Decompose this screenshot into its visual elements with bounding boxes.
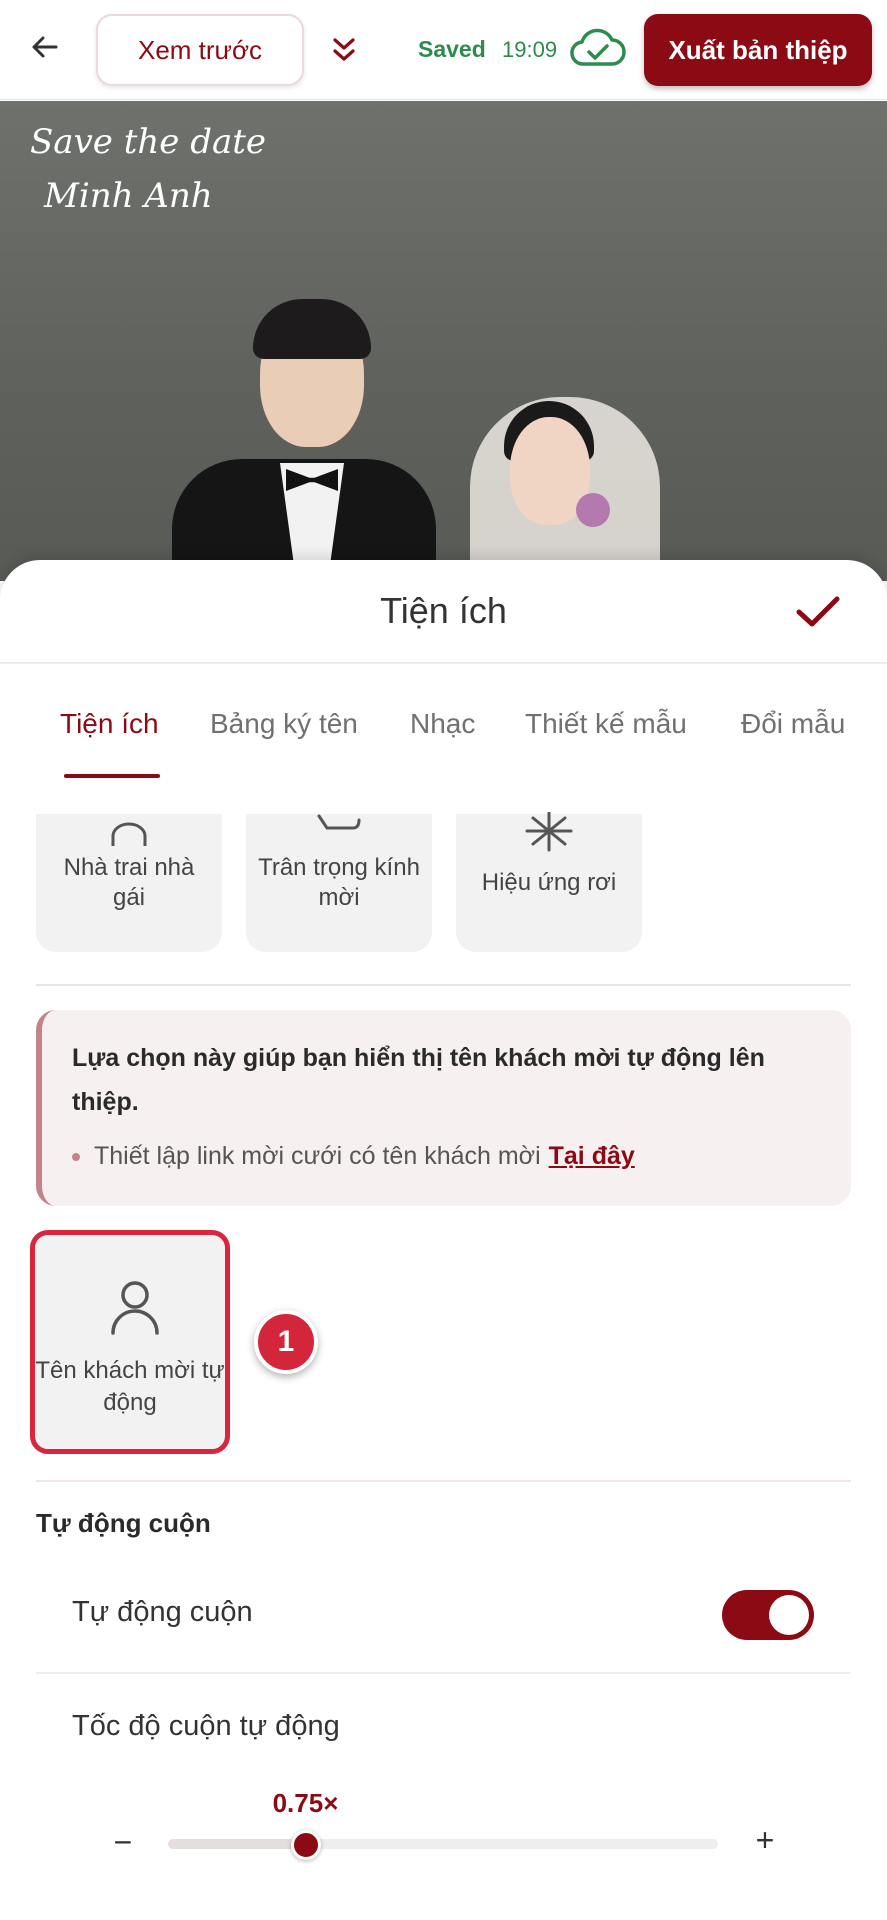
slider-thumb[interactable]	[290, 1830, 321, 1860]
double-chevron-down-icon	[333, 38, 355, 61]
save-the-date-signature: Save the date Minh Anh	[30, 115, 266, 223]
earring-flower	[576, 493, 610, 527]
divider	[36, 984, 851, 986]
families-icon	[111, 822, 147, 846]
sheet-header: Tiện ích	[0, 560, 887, 664]
slider-fill	[168, 1839, 306, 1849]
scroll-speed-slider[interactable]	[168, 1839, 718, 1849]
divider	[36, 1480, 851, 1482]
increase-speed-button[interactable]: +	[748, 1822, 782, 1862]
info-bullet-text: Thiết lập link mời cưới có tên khách mời	[94, 1142, 541, 1170]
checkmark-icon	[796, 596, 840, 627]
chat-heart-icon	[317, 814, 361, 830]
tab-signature-board[interactable]: Bảng ký tên	[210, 708, 358, 740]
feature-card-label: Trân trọng kính mời	[258, 854, 420, 911]
scroll-speed-label: Tốc độ cuộn tự động	[72, 1710, 340, 1742]
feature-card-families[interactable]: Nhà trai nhà gái	[36, 814, 222, 952]
top-toolbar: Xem trước Saved 19:09 Xuất bản thiệp	[0, 0, 887, 100]
info-title: Lựa chọn này giúp bạn hiển thị tên khách…	[72, 1044, 765, 1116]
feature-cards: Nhà trai nhà gái Trân trọng kính mời Hiệ…	[36, 812, 856, 954]
back-button[interactable]	[22, 24, 68, 70]
feature-card-falling-effect[interactable]: Hiệu ứng rơi	[456, 812, 642, 952]
back-arrow-icon	[32, 36, 58, 58]
feature-card-invitation[interactable]: Trân trọng kính mời	[246, 814, 432, 952]
feature-card-label: Nhà trai nhà gái	[63, 854, 195, 911]
guest-card-label: Tên khách mời tự động	[35, 1357, 225, 1416]
export-button[interactable]: Xuất bản thiệp	[644, 14, 872, 86]
expand-button[interactable]	[326, 30, 362, 70]
tab-template-design[interactable]: Thiết kế mẫu	[525, 708, 687, 740]
decrease-speed-button[interactable]: −	[106, 1824, 140, 1864]
utilities-sheet: Tiện ích Tiện ích Bảng ký tên Nhạc Thiết…	[0, 560, 887, 1920]
toggle-knob	[769, 1595, 809, 1635]
autoscroll-section-title: Tự động cuộn	[36, 1508, 211, 1538]
tab-change-template[interactable]: Đổi mẫu	[741, 708, 845, 740]
info-box: Lựa chọn này giúp bạn hiển thị tên khách…	[36, 1010, 851, 1206]
divider	[36, 1672, 851, 1674]
confirm-button[interactable]	[790, 586, 846, 638]
feature-card-label: Hiệu ứng rơi	[481, 869, 617, 896]
tab-bar: Tiện ích Bảng ký tên Nhạc Thiết kế mẫu Đ…	[0, 664, 887, 774]
active-tab-indicator	[64, 774, 160, 778]
step-badge: 1	[254, 1310, 318, 1374]
scroll-speed-value: 0.75×	[272, 1788, 339, 1818]
preview-button[interactable]: Xem trước	[96, 14, 304, 86]
signature-line-1: Save the date	[30, 122, 267, 162]
setup-link[interactable]: Tại đây	[549, 1142, 635, 1170]
saved-time: 19:09	[502, 37, 558, 62]
tab-music[interactable]: Nhạc	[410, 708, 475, 740]
auto-guest-name-card[interactable]: Tên khách mời tự động	[30, 1230, 230, 1454]
sheet-title: Tiện ích	[380, 590, 507, 631]
bullet-dot	[72, 1153, 80, 1162]
person-icon	[111, 1281, 159, 1335]
cloud-check-icon	[570, 28, 626, 66]
saved-status: Saved	[418, 36, 486, 62]
card-preview-photo: Save the date Minh Anh	[0, 101, 887, 581]
info-bullet: Thiết lập link mời cưới có tên khách mời…	[72, 1142, 635, 1171]
groom-hair	[253, 299, 371, 359]
signature-line-2: Minh Anh	[44, 176, 213, 216]
autoscroll-toggle[interactable]	[722, 1590, 814, 1640]
autoscroll-toggle-label: Tự động cuộn	[72, 1596, 253, 1628]
snowflake-icon	[525, 812, 573, 852]
tab-utilities[interactable]: Tiện ích	[60, 708, 159, 740]
